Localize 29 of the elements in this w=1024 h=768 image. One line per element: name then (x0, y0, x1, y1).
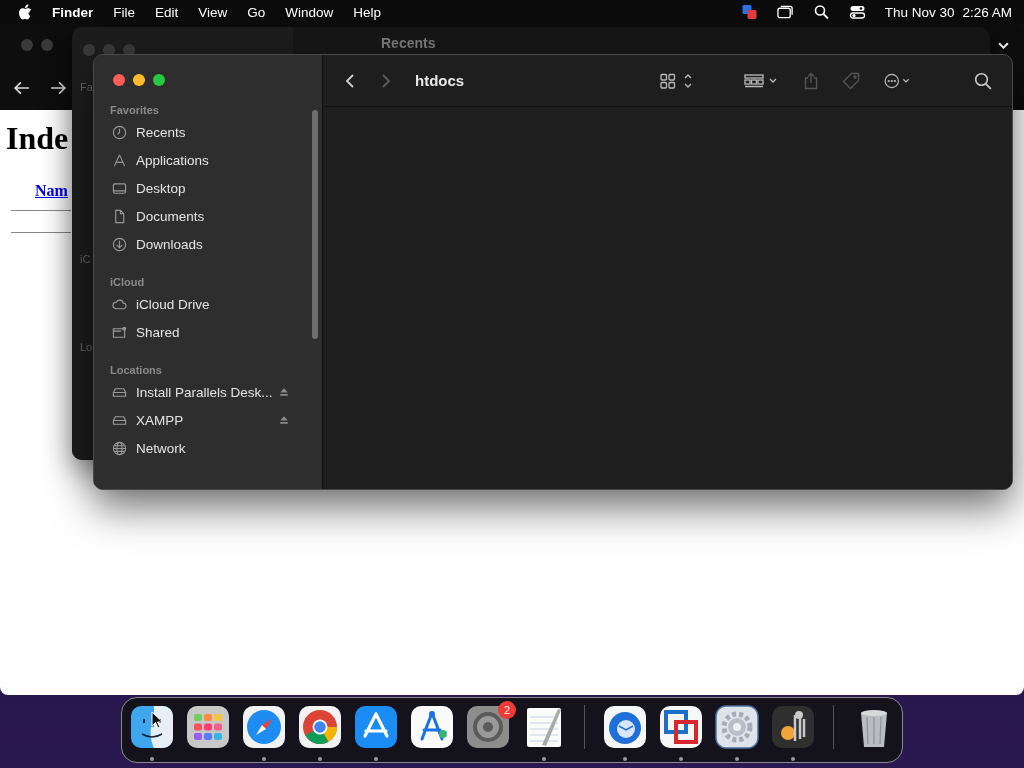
sidebar-item[interactable]: Applications (109, 146, 289, 174)
menu-bar-date[interactable]: Thu Nov 30 (884, 4, 955, 20)
menu-item[interactable]: View (198, 4, 228, 20)
menu-bar-time[interactable]: 2:26 AM (962, 4, 1012, 20)
sidebar-item[interactable]: iCloud Drive (109, 290, 289, 318)
sidebar-heading: Favorites (109, 104, 160, 118)
menu-item[interactable]: Edit (155, 4, 179, 20)
sidebar-item[interactable]: Shared (109, 318, 289, 346)
sidebar-heading: Lo (80, 341, 93, 353)
app-menu[interactable]: Finder (52, 4, 94, 20)
sidebar-heading: Fa (80, 81, 93, 93)
sidebar-item[interactable]: XAMPP (109, 406, 289, 434)
sidebar-item[interactable]: Install Parallels Desk... (109, 378, 289, 406)
sidebar-item[interactable]: Documents (109, 202, 289, 230)
sidebar-heading: iCloud (109, 276, 146, 290)
window-title: Recents (381, 35, 436, 51)
menu-item[interactable]: Help (353, 4, 382, 20)
sidebar-item[interactable]: Desktop (109, 174, 289, 202)
sidebar-heading: Locations (109, 364, 163, 378)
name-link[interactable]: Nam (35, 182, 68, 200)
page-heading: Inde (6, 120, 69, 157)
menu-item[interactable]: Go (247, 4, 266, 20)
sidebar-item[interactable]: Recents (109, 118, 289, 146)
window-title: htdocs (415, 72, 465, 89)
sidebar-item[interactable]: Network (109, 434, 289, 462)
menu-item[interactable]: Window (285, 4, 334, 20)
sidebar-item[interactable]: Downloads (109, 230, 289, 258)
menu-item[interactable]: File (113, 4, 136, 20)
notification-badge: 2 (498, 701, 516, 719)
